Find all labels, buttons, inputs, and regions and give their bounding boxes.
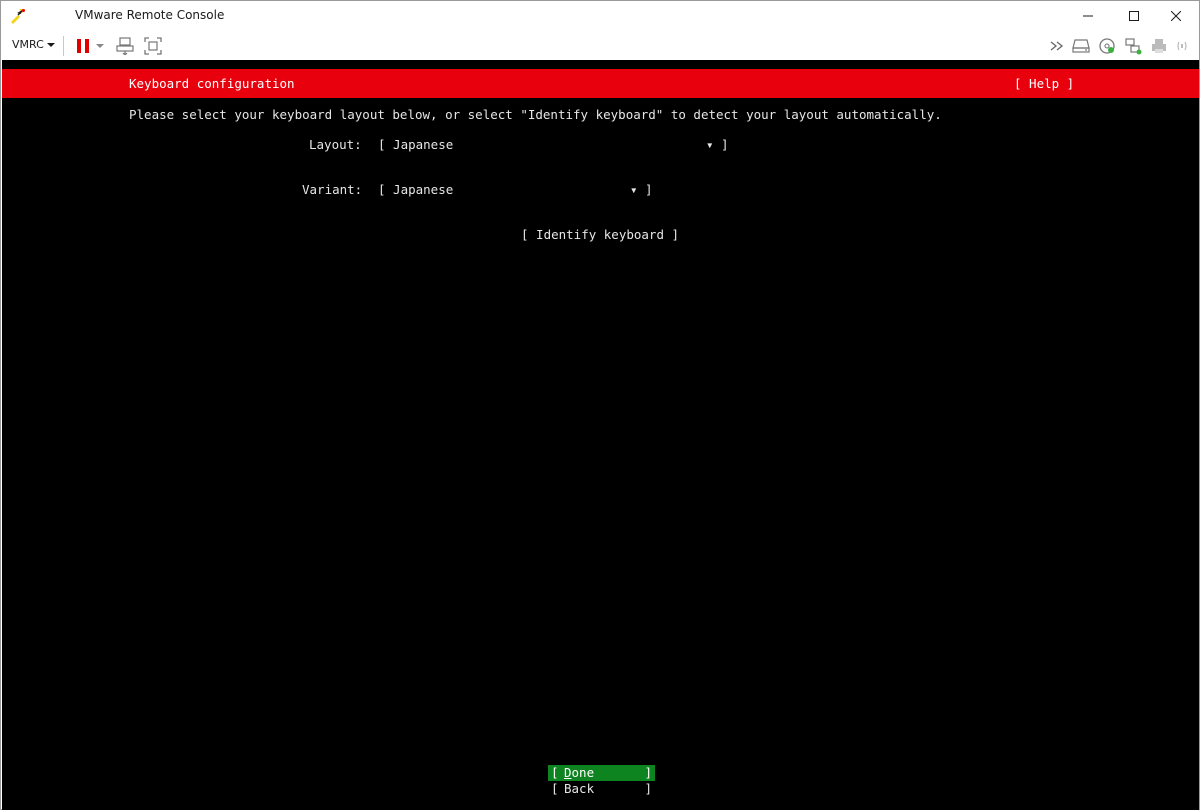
cd-dvd-button[interactable] bbox=[1097, 36, 1117, 56]
console-screen[interactable]: Keyboard configuration [ Help ] Please s… bbox=[2, 60, 1199, 810]
toolbar-separator bbox=[63, 36, 64, 56]
layout-label: Layout: bbox=[309, 137, 362, 152]
close-button[interactable] bbox=[1153, 1, 1199, 31]
title-bar: VMware Remote Console bbox=[1, 1, 1199, 31]
removable-devices-button[interactable] bbox=[1071, 36, 1091, 56]
page-title: Keyboard configuration bbox=[129, 76, 295, 91]
installer-header: Keyboard configuration [ Help ] bbox=[2, 69, 1199, 98]
back-bracket-open: [ bbox=[551, 781, 559, 796]
maximize-icon bbox=[1129, 11, 1139, 21]
window-title: VMware Remote Console bbox=[75, 8, 225, 22]
variant-value: [ Japanese bbox=[378, 182, 454, 197]
instruction-text: Please select your keyboard layout below… bbox=[129, 107, 942, 122]
done-label-rest: one bbox=[571, 765, 595, 780]
expand-toolbar-button[interactable] bbox=[1047, 36, 1067, 56]
fullscreen-button[interactable] bbox=[143, 36, 163, 56]
fullscreen-icon bbox=[144, 37, 162, 55]
back-label: Back bbox=[564, 781, 595, 796]
pause-icon bbox=[77, 39, 89, 53]
variant-dropdown-arrow: ▾ ] bbox=[630, 182, 653, 197]
expand-icon bbox=[1050, 41, 1064, 51]
dropdown-arrow-icon bbox=[96, 44, 104, 48]
toolbar: VMRC bbox=[1, 31, 1199, 60]
power-options-dropdown[interactable] bbox=[93, 36, 107, 56]
done-button[interactable]: [ Done ] bbox=[548, 765, 655, 781]
back-button[interactable]: [ Back ] bbox=[548, 781, 655, 797]
sound-icon bbox=[1177, 41, 1187, 51]
minimize-icon bbox=[1083, 15, 1093, 17]
done-bracket-open: [ bbox=[551, 765, 559, 780]
variant-select[interactable]: [ Japanese ▾ ] bbox=[378, 182, 656, 198]
done-hotkey-letter: D bbox=[564, 765, 572, 780]
send-ctrl-alt-del-icon bbox=[116, 37, 134, 55]
help-button[interactable]: [ Help ] bbox=[1014, 76, 1074, 91]
send-ctrl-alt-del-button[interactable] bbox=[115, 36, 135, 56]
network-adapter-button[interactable] bbox=[1123, 36, 1143, 56]
back-bracket-close: ] bbox=[644, 781, 652, 796]
pause-button[interactable] bbox=[73, 36, 93, 56]
vmrc-menu-button[interactable]: VMRC bbox=[12, 38, 55, 51]
network-adapter-icon bbox=[1125, 38, 1142, 55]
identify-keyboard-button[interactable]: [ Identify keyboard ] bbox=[521, 227, 679, 242]
done-bracket-close: ] bbox=[644, 765, 652, 780]
vmrc-app-icon bbox=[9, 8, 27, 24]
done-label: Done bbox=[564, 765, 594, 780]
layout-value: [ Japanese bbox=[378, 137, 454, 152]
minimize-button[interactable] bbox=[1065, 1, 1111, 31]
chevron-down-icon bbox=[46, 42, 55, 47]
vmrc-menu-label: VMRC bbox=[12, 38, 44, 51]
sound-button[interactable] bbox=[1175, 36, 1189, 56]
layout-select[interactable]: [ Japanese ▾ ] bbox=[378, 137, 730, 153]
printer-icon bbox=[1152, 39, 1166, 53]
variant-label: Variant: bbox=[302, 182, 363, 197]
close-icon bbox=[1171, 11, 1181, 21]
printer-button[interactable] bbox=[1149, 36, 1169, 56]
removable-devices-icon bbox=[1072, 39, 1090, 53]
layout-dropdown-arrow: ▾ ] bbox=[706, 137, 729, 152]
maximize-button[interactable] bbox=[1111, 1, 1157, 31]
vmrc-window: VMware Remote Console VMRC Keyboard conf… bbox=[0, 0, 1200, 810]
cd-dvd-icon bbox=[1099, 38, 1115, 54]
